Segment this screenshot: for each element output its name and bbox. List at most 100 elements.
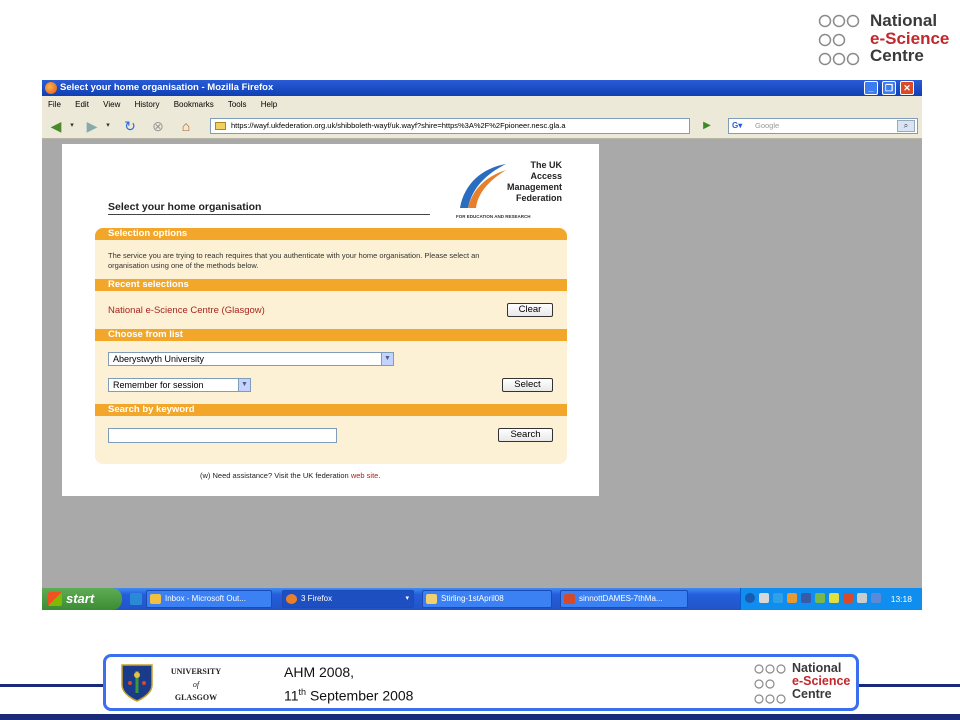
stop-icon[interactable]: ⊗ [150,118,166,134]
assist-prefix: (w) [200,471,211,480]
menubar: File Edit View History Bookmarks Tools H… [42,96,922,113]
quicklaunch-icon[interactable] [130,593,142,605]
footer-panel: UNIVERSITY of GLASGOW AHM 2008, 11th Sep… [103,654,859,711]
google-engine-icon[interactable]: G▾ [732,121,743,131]
forward-dropdown-icon[interactable]: ▾ [100,118,116,134]
select-button[interactable]: Select [502,378,553,392]
back-dropdown-icon[interactable]: ▾ [64,118,80,134]
federation-line-4: Federation [515,193,562,203]
menu-history[interactable]: History [135,100,160,109]
nesc-line-escience: e-Science [870,28,950,48]
uk-federation-logo: The UK Access Management Federation FOR … [454,154,584,219]
menu-file[interactable]: File [48,100,61,109]
tray-app-icon[interactable] [801,593,811,603]
federation-line-1: The UK [530,160,563,170]
wireless-icon[interactable] [857,593,867,603]
date-suffix: th [298,687,307,697]
event-name: AHM 2008, [284,664,355,680]
url-bar[interactable]: https://wayf.ukfederation.org.uk/shibbol… [210,118,690,134]
keyword-search-input[interactable] [108,428,337,443]
task-label: 3 Firefox [301,594,333,603]
organisation-select[interactable]: Aberystwyth University ▼ [108,352,394,366]
nesc-line-centre: Centre [870,46,924,65]
nesc-footer-line-3: Centre [792,687,832,701]
footer-event-info: AHM 2008, 11th September 2008 [284,662,413,706]
nesc-circles-icon [818,14,860,66]
browser-screenshot: Select your home organisation - Mozilla … [42,80,922,610]
menu-bookmarks[interactable]: Bookmarks [174,100,214,109]
reload-icon[interactable]: ↻ [122,118,138,134]
window-titlebar: Select your home organisation - Mozilla … [42,80,922,96]
search-go-icon[interactable]: ⌕ [897,120,915,132]
date-day: 11 [284,687,299,704]
task-outlook[interactable]: Inbox - Microsoft Out... [146,590,272,608]
federation-website-link[interactable]: web site [351,471,379,480]
site-identity-icon[interactable] [215,122,226,130]
intro-text: The service you are trying to reach requ… [108,251,480,270]
task-label: Inbox - Microsoft Out... [165,594,246,603]
volume-icon[interactable] [871,593,881,603]
start-button[interactable]: start [42,588,122,610]
federation-line-3: Management [506,182,562,192]
tray-app-icon[interactable] [829,593,839,603]
system-tray: 13:18 [740,588,922,610]
outlook-tray-icon[interactable] [787,593,797,603]
task-sinnott[interactable]: sinnottDAMES-7thMa... [560,590,688,608]
remember-select-value: Remember for session [113,380,204,390]
search-bar[interactable]: G▾ Google ⌕ [728,118,918,134]
nesc-circles-icon [754,664,786,704]
minimize-button[interactable]: _ [864,81,878,95]
task-stirling[interactable]: Stirling-1stApril08 [422,590,552,608]
back-icon[interactable]: ◀ [48,118,64,134]
nesc-wordmark: National e-Science Centre [870,12,949,65]
maximize-button[interactable]: ❐ [882,81,896,95]
search-button[interactable]: Search [498,428,553,442]
powerpoint-icon [564,594,575,604]
tray-expand-icon[interactable] [745,593,755,603]
task-label: Stirling-1stApril08 [441,594,504,603]
uni-line-3: GLASGOW [174,693,218,702]
university-crest-icon [121,664,153,702]
federation-wordmark: The UK Access Management Federation [507,160,562,204]
federation-subtitle: FOR EDUCATION AND RESEARCH [456,214,531,219]
navigation-toolbar: ◀ ▾ ▶ ▾ ↻ ⊗ ⌂ https://wayf.ukfederation.… [42,113,922,139]
menu-help[interactable]: Help [261,100,277,109]
forward-icon[interactable]: ▶ [84,118,100,134]
clock[interactable]: 13:18 [891,588,912,610]
wayf-page: Select your home organisation The UK Acc… [62,144,599,496]
network-icon[interactable] [773,593,783,603]
menu-tools[interactable]: Tools [228,100,247,109]
event-date: 11th September 2008 [284,682,413,706]
close-button[interactable]: ✕ [900,81,914,95]
home-icon[interactable]: ⌂ [178,118,194,134]
firefox-icon [286,594,297,604]
windows-flag-icon [48,592,62,606]
task-firefox[interactable]: 3 Firefox ▾ [282,590,414,608]
go-icon[interactable]: ▶ [698,118,716,134]
antivirus-icon[interactable] [843,593,853,603]
menu-view[interactable]: View [103,100,120,109]
chevron-down-icon[interactable]: ▼ [381,353,393,365]
date-rest: September 2008 [306,687,414,704]
nesc-logo: National e-Science Centre [818,12,958,68]
section-recent-selections: Recent selections [95,279,567,291]
assistance-note: (w) Need assistance? Visit the UK federa… [200,471,380,480]
section-selection-options: Selection options [95,228,567,240]
selection-panel: Selection options The service you are tr… [95,228,567,464]
uni-line-1: UNIVERSITY [170,667,222,676]
menu-edit[interactable]: Edit [75,100,89,109]
federation-line-2: Access [530,171,562,181]
remember-select[interactable]: Remember for session ▼ [108,378,251,392]
university-wordmark: UNIVERSITY of GLASGOW [164,665,228,704]
start-label: start [66,591,95,606]
tray-app-icon[interactable] [815,593,825,603]
firefox-icon [45,82,57,94]
chevron-down-icon[interactable]: ▼ [238,379,250,391]
nesc-line-national: National [870,11,938,30]
recent-organisation-link[interactable]: National e-Science Centre (Glasgow) [108,305,265,316]
chevron-down-icon: ▾ [405,595,409,602]
mail-icon[interactable] [759,593,769,603]
search-placeholder: Google [755,121,780,130]
clear-button[interactable]: Clear [507,303,553,317]
nesc-footer-wordmark: National e-Science Centre [792,662,850,701]
